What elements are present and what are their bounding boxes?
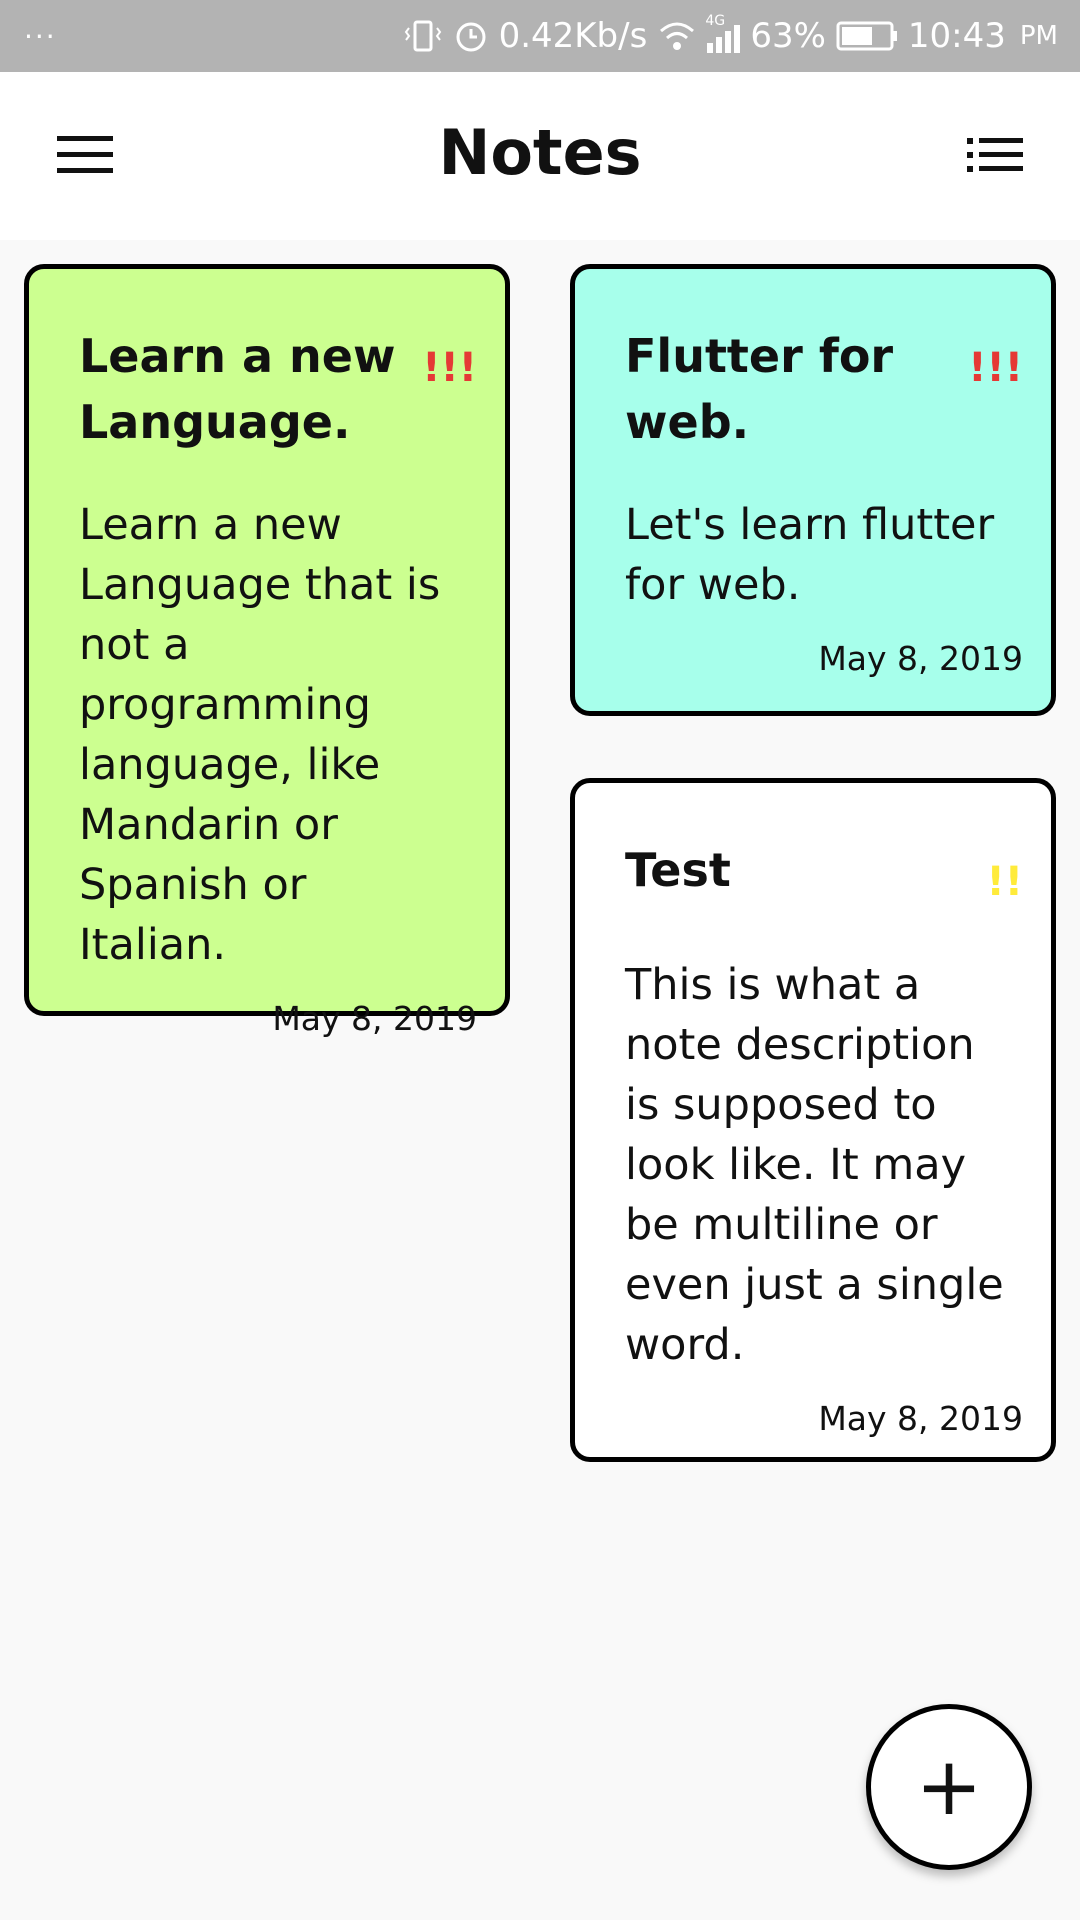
wifi-icon [657, 19, 697, 53]
view-toggle-button[interactable] [950, 122, 1040, 192]
clock-time: 10:43 [907, 16, 1006, 56]
plus-icon: + [915, 1740, 983, 1833]
notification-dots: ··· [24, 20, 57, 53]
note-description: Let's learn flutter for web. [625, 500, 995, 610]
app-bar: Notes [0, 72, 1080, 240]
battery-icon [836, 19, 898, 53]
status-icons: 0.42Kb/s 4G 63% 10:43 PM [403, 13, 1058, 58]
priority-indicator: !!! [422, 345, 477, 391]
note-card[interactable]: Test !! This is what a note description … [570, 778, 1056, 1462]
note-description: Learn a new Language that is not a progr… [79, 500, 441, 970]
network-speed: 0.42Kb/s [498, 16, 648, 56]
add-note-button[interactable]: + [866, 1704, 1032, 1870]
status-bar: ··· 0.42Kb/s 4G 63% 10:43 PM [0, 0, 1080, 72]
vibrate-icon [403, 18, 443, 54]
network-type: 4G [705, 13, 726, 29]
cell-signal-icon: 4G [705, 13, 741, 53]
note-card[interactable]: Flutter for web. !!! Let's learn flutter… [570, 264, 1056, 716]
note-date: May 8, 2019 [818, 639, 1023, 678]
list-view-icon [967, 136, 1023, 178]
note-date: May 8, 2019 [272, 999, 477, 1038]
note-card[interactable]: Learn a new Language. !!! Learn a new La… [24, 264, 510, 1038]
note-title: Test [625, 843, 731, 897]
priority-indicator: !! [986, 859, 1023, 905]
note-title: Flutter for web. [625, 329, 894, 449]
priority-indicator: !!! [968, 345, 1023, 391]
note-title: Learn a new Language. [79, 329, 396, 449]
battery-level: 63% [750, 16, 826, 56]
notes-screen: ··· 0.42Kb/s 4G 63% 10:43 PM Notes Learn… [0, 0, 1080, 1920]
alarm-icon [453, 18, 489, 54]
note-date: May 8, 2019 [818, 1399, 1023, 1438]
page-title: Notes [438, 116, 642, 189]
clock-ampm: PM [1019, 21, 1058, 51]
note-description: This is what a note description is suppo… [625, 960, 1004, 1370]
